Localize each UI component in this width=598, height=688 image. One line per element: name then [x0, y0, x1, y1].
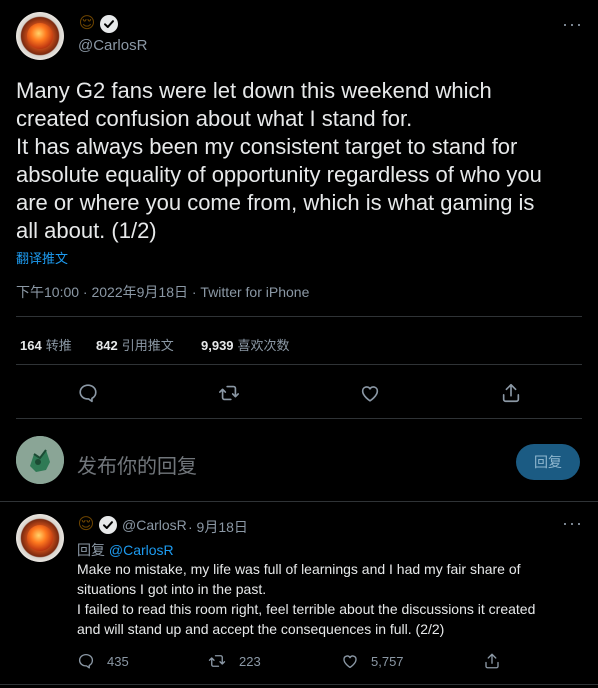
author-handle[interactable]: @CarlosR: [78, 37, 147, 54]
retweet-count-small: 223: [239, 653, 261, 669]
quote-count: 842: [96, 338, 118, 353]
user-avatar[interactable]: [16, 436, 64, 484]
like-count-small: 5,757: [371, 653, 404, 669]
reply-author-avatar[interactable]: [16, 514, 64, 562]
share-icon[interactable]: [500, 382, 522, 404]
emoji-relieved-icon: 😌: [77, 516, 95, 533]
retweet-label: 转推: [45, 338, 72, 353]
tweet-text: Many G2 fans were let down this weekend …: [16, 78, 542, 243]
share-icon: [485, 653, 499, 669]
more-options-icon[interactable]: ···: [562, 14, 583, 35]
stat-quotes[interactable]: 842 引用推文: [96, 335, 174, 355]
like-label: 喜欢次数: [237, 338, 290, 353]
like-icon[interactable]: [359, 382, 381, 404]
tweet-timestamp[interactable]: 下午10:00 · 2022年9月18日 · Twitter for iPhon…: [16, 282, 309, 302]
like-icon: [343, 655, 357, 669]
stat-likes[interactable]: 9,939 喜欢次数: [201, 335, 290, 355]
stat-retweets[interactable]: 164 转推: [20, 335, 72, 355]
reply-retweet-action[interactable]: 223: [207, 652, 261, 670]
reply-share-action[interactable]: [483, 652, 501, 675]
reply-more-options-icon[interactable]: ···: [562, 513, 583, 534]
retweet-icon: [208, 655, 226, 667]
section-divider: [0, 501, 598, 502]
bottom-divider: [0, 684, 598, 685]
translate-tweet-link[interactable]: 翻译推文: [16, 248, 68, 267]
reply-reply-action[interactable]: 435: [77, 652, 129, 670]
divider: [16, 418, 582, 419]
replying-to: 回复 @CarlosR: [77, 540, 174, 560]
retweet-icon[interactable]: [218, 382, 240, 404]
replying-to-prefix: 回复: [77, 542, 105, 558]
verified-badge-icon: [99, 516, 117, 534]
reply-count: 435: [107, 653, 129, 669]
replying-to-mention[interactable]: @CarlosR: [109, 542, 174, 558]
divider: [16, 364, 582, 365]
reply-icon: [78, 653, 94, 669]
retweet-count: 164: [20, 338, 42, 353]
verified-badge-icon: [100, 15, 118, 33]
divider: [16, 316, 582, 317]
reply-icon[interactable]: [77, 382, 99, 404]
reply-composer-input[interactable]: 发布你的回复: [77, 450, 197, 479]
reply-button[interactable]: 回复: [516, 444, 580, 480]
like-count: 9,939: [201, 338, 234, 353]
reply-like-action[interactable]: 5,757: [341, 652, 404, 670]
emoji-relieved-icon: 😌: [78, 15, 96, 32]
reply-date[interactable]: · 9月18日: [188, 517, 248, 537]
quote-label: 引用推文: [121, 338, 174, 353]
author-avatar[interactable]: [16, 12, 64, 60]
reply-author-handle[interactable]: @CarlosR: [122, 517, 187, 533]
reply-tweet-text: Make no mistake, my life was full of lea…: [77, 561, 536, 637]
